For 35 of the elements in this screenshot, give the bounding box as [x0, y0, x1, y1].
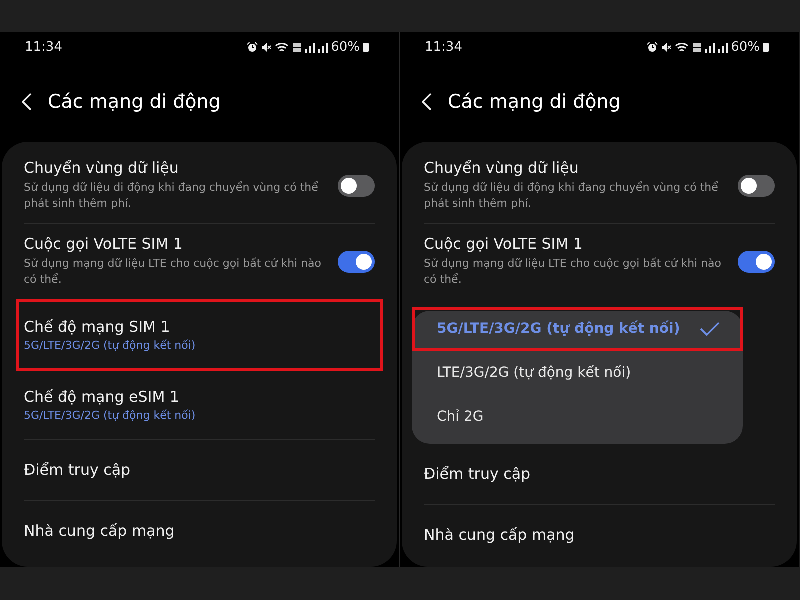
- setting-title: Điểm truy cập: [424, 465, 532, 483]
- settings-row[interactable]: Chuyển vùng dữ liệu Sử dụng dữ liệu di động khi đang chuyển vùng có thể phát sinh thêm phí.: [402, 148, 797, 223]
- setting-title: Chuyển vùng dữ liệu: [24, 159, 180, 177]
- setting-description: Sử dụng dữ liệu di động khi đang chuyển vùng có thể phát sinh thêm phí.: [424, 180, 720, 212]
- menu-option[interactable]: 5G/LTE/3G/2G (tự động kết nối): [412, 307, 743, 351]
- setting-description: Sử dụng mạng dữ liệu LTE cho cuộc gọi bất cứ khi nào có thể.: [424, 256, 723, 288]
- settings-row[interactable]: Nhà cung cấp mạng: [402, 505, 797, 565]
- setting-title: Điểm truy cập: [24, 461, 132, 479]
- settings-row[interactable]: Chế độ mạng eSIM 1 5G/LTE/3G/2G (tự động kết nối): [2, 371, 397, 439]
- setting-value: 5G/LTE/3G/2G (tự động kết nối): [24, 409, 197, 422]
- battery-level: 60%: [331, 40, 360, 54]
- setting-value: 5G/LTE/3G/2G (tự động kết nối): [24, 339, 197, 352]
- battery-level: 60%: [731, 40, 760, 54]
- page-title: Các mạng di động: [448, 91, 621, 113]
- setting-title: Nhà cung cấp mạng: [24, 522, 176, 540]
- settings-row[interactable]: Điểm truy cập: [2, 440, 397, 500]
- settings-row[interactable]: Điểm truy cập: [402, 444, 797, 504]
- page-title: Các mạng di động: [48, 91, 221, 113]
- settings-row[interactable]: Chuyển vùng dữ liệu Sử dụng dữ liệu di động khi đang chuyển vùng có thể phát sinh thêm phí.: [2, 148, 397, 223]
- setting-title: Chế độ mạng SIM 1: [24, 318, 172, 336]
- setting-title: Chuyển vùng dữ liệu: [424, 159, 580, 177]
- setting-title: Chế độ mạng eSIM 1: [24, 388, 180, 406]
- settings-row[interactable]: Nhà cung cấp mạng: [2, 501, 397, 561]
- setting-description: Sử dụng dữ liệu di động khi đang chuyển vùng có thể phát sinh thêm phí.: [24, 180, 320, 212]
- settings-row[interactable]: Chế độ mạng SIM 1 5G/LTE/3G/2G (tự động kết nối): [16, 299, 383, 371]
- setting-title: Cuộc gọi VoLTE SIM 1: [24, 235, 184, 253]
- menu-option[interactable]: Chỉ 2G: [412, 395, 743, 439]
- setting-title: Cuộc gọi VoLTE SIM 1: [424, 235, 584, 253]
- status-time: 11:34: [25, 40, 62, 54]
- setting-description: Sử dụng mạng dữ liệu LTE cho cuộc gọi bất cứ khi nào có thể.: [24, 256, 323, 288]
- status-time: 11:34: [425, 40, 462, 54]
- settings-row[interactable]: Cuộc gọi VoLTE SIM 1 Sử dụng mạng dữ liệu LTE cho cuộc gọi bất cứ khi nào có thể.: [402, 224, 797, 299]
- settings-row[interactable]: Cuộc gọi VoLTE SIM 1 Sử dụng mạng dữ liệu LTE cho cuộc gọi bất cứ khi nào có thể.: [2, 224, 397, 299]
- menu-option[interactable]: LTE/3G/2G (tự động kết nối): [412, 351, 743, 395]
- setting-title: Nhà cung cấp mạng: [424, 526, 576, 544]
